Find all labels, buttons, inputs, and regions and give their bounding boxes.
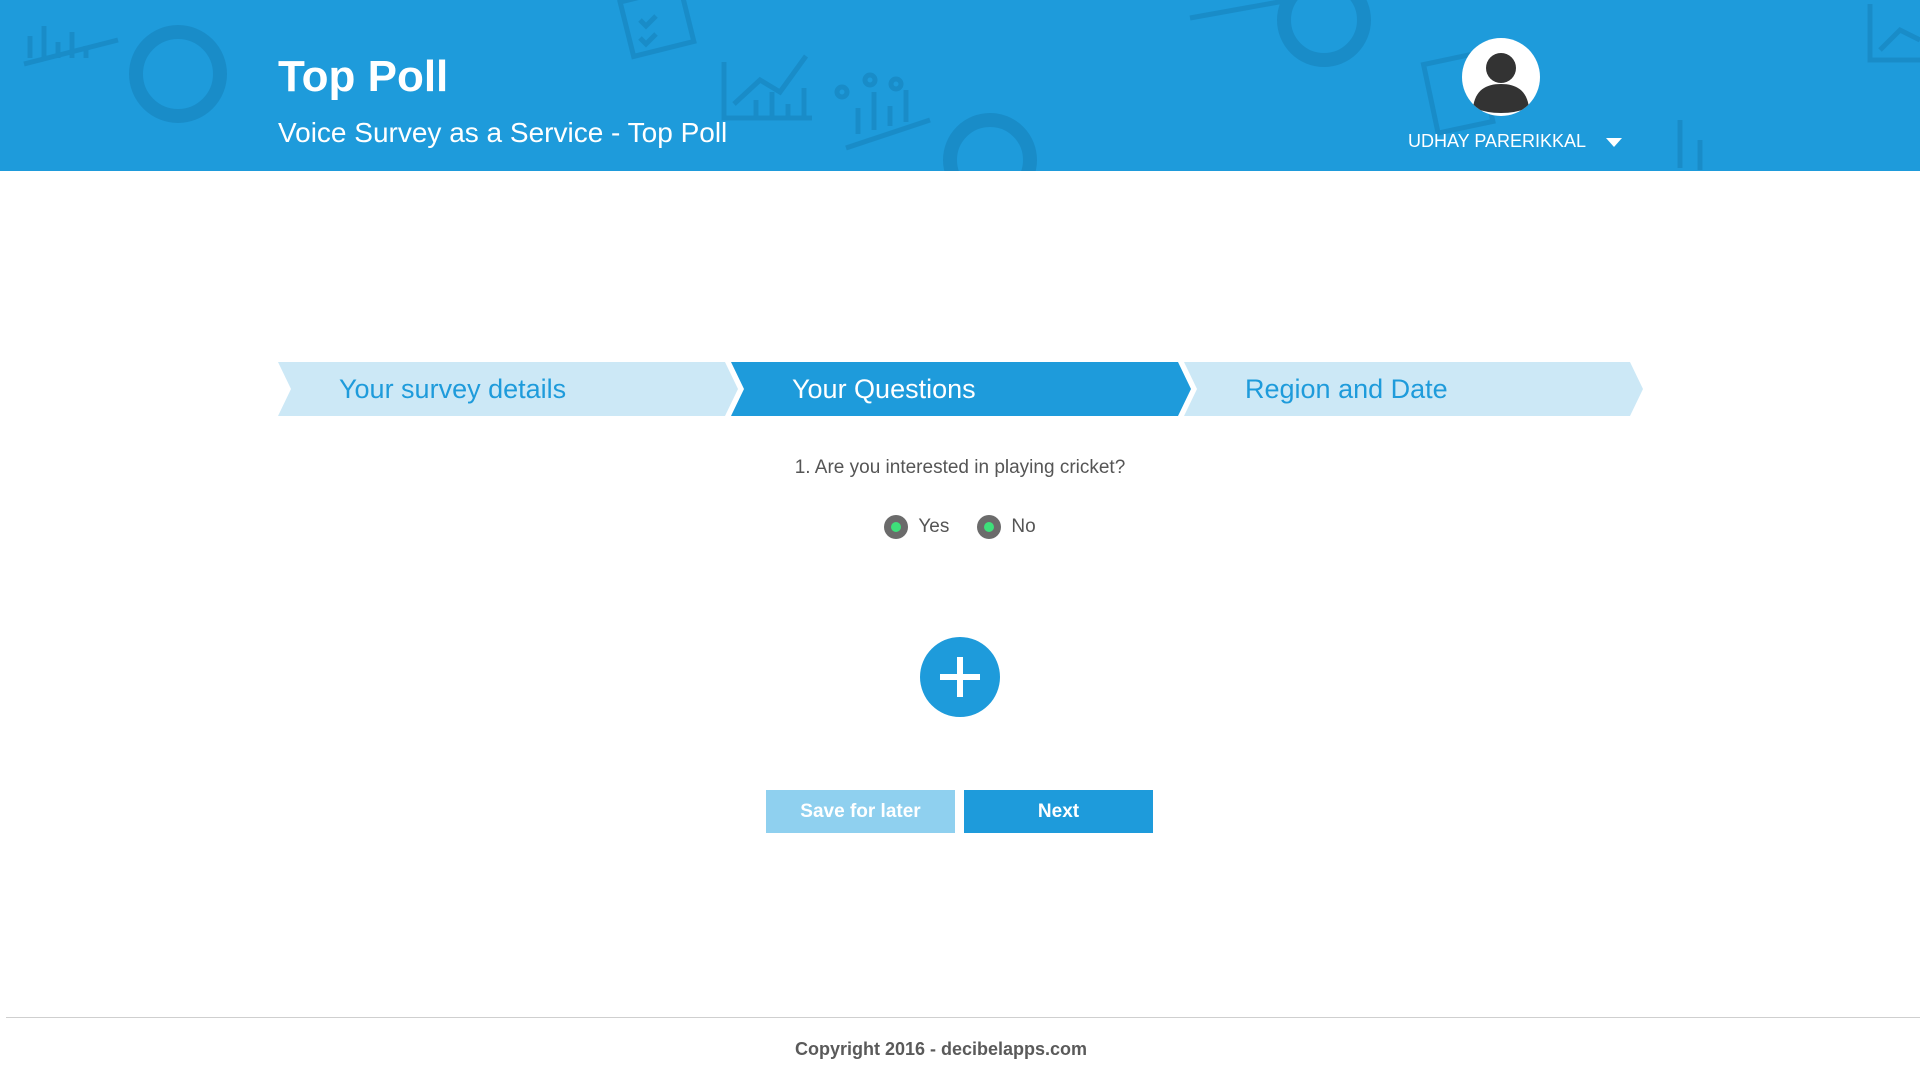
step-label: Your survey details [339, 374, 567, 404]
donut-chart-decor-icon [943, 113, 1037, 171]
step-label: Region and Date [1245, 374, 1448, 404]
caret-down-icon[interactable] [1606, 138, 1622, 147]
add-question-button[interactable] [920, 637, 1000, 717]
donut-chart-decor-icon [1277, 0, 1371, 67]
line-chart-decor-icon [1189, 0, 1291, 21]
option-label: Yes [918, 516, 950, 537]
app-header: Top Poll Voice Survey as a Service - Top… [0, 0, 1920, 171]
question-text: 1. Are you interested in playing cricket… [794, 457, 1126, 478]
progress-stepper: Your survey details Your Questions Regio… [278, 362, 1643, 416]
checklist-decor-icon [617, 0, 697, 60]
step-survey-details[interactable]: Your survey details [278, 362, 738, 416]
bar-chart-decor-icon [834, 72, 931, 151]
radio-button[interactable] [977, 515, 1002, 539]
app-subtitle: Voice Survey as a Service - Top Poll [278, 117, 728, 148]
line-chart-decor-icon [1867, 4, 1920, 63]
radio-dot-icon [891, 522, 902, 532]
step-label: Your Questions [792, 374, 976, 404]
bar-chart-decor-icon [1677, 120, 1703, 170]
option-yes[interactable]: Yes [884, 514, 949, 540]
answer-options: Yes No [0, 514, 1920, 540]
radio-dot-icon [984, 522, 995, 532]
footer-copyright: Copyright 2016 - decibelapps.com [794, 1039, 1088, 1059]
user-avatar-icon[interactable] [1462, 38, 1540, 116]
user-menu[interactable]: UDHAY PARERIKKAL [1400, 38, 1630, 158]
option-label: No [1011, 516, 1036, 537]
radio-button[interactable] [884, 515, 909, 539]
bar-chart-decor-icon [23, 26, 119, 67]
next-button[interactable]: Next [964, 790, 1153, 833]
plus-icon [940, 657, 980, 697]
save-for-later-button[interactable]: Save for later [766, 790, 955, 833]
line-chart-decor-icon [721, 54, 812, 121]
step-region-and-date[interactable]: Region and Date [1184, 362, 1643, 416]
app-title: Top Poll [278, 52, 449, 101]
footer-divider [6, 1017, 1920, 1018]
user-name[interactable]: UDHAY PARERIKKAL [1408, 130, 1586, 152]
step-your-questions[interactable]: Your Questions [731, 362, 1191, 416]
donut-chart-decor-icon [129, 25, 227, 123]
option-no[interactable]: No [977, 514, 1036, 540]
